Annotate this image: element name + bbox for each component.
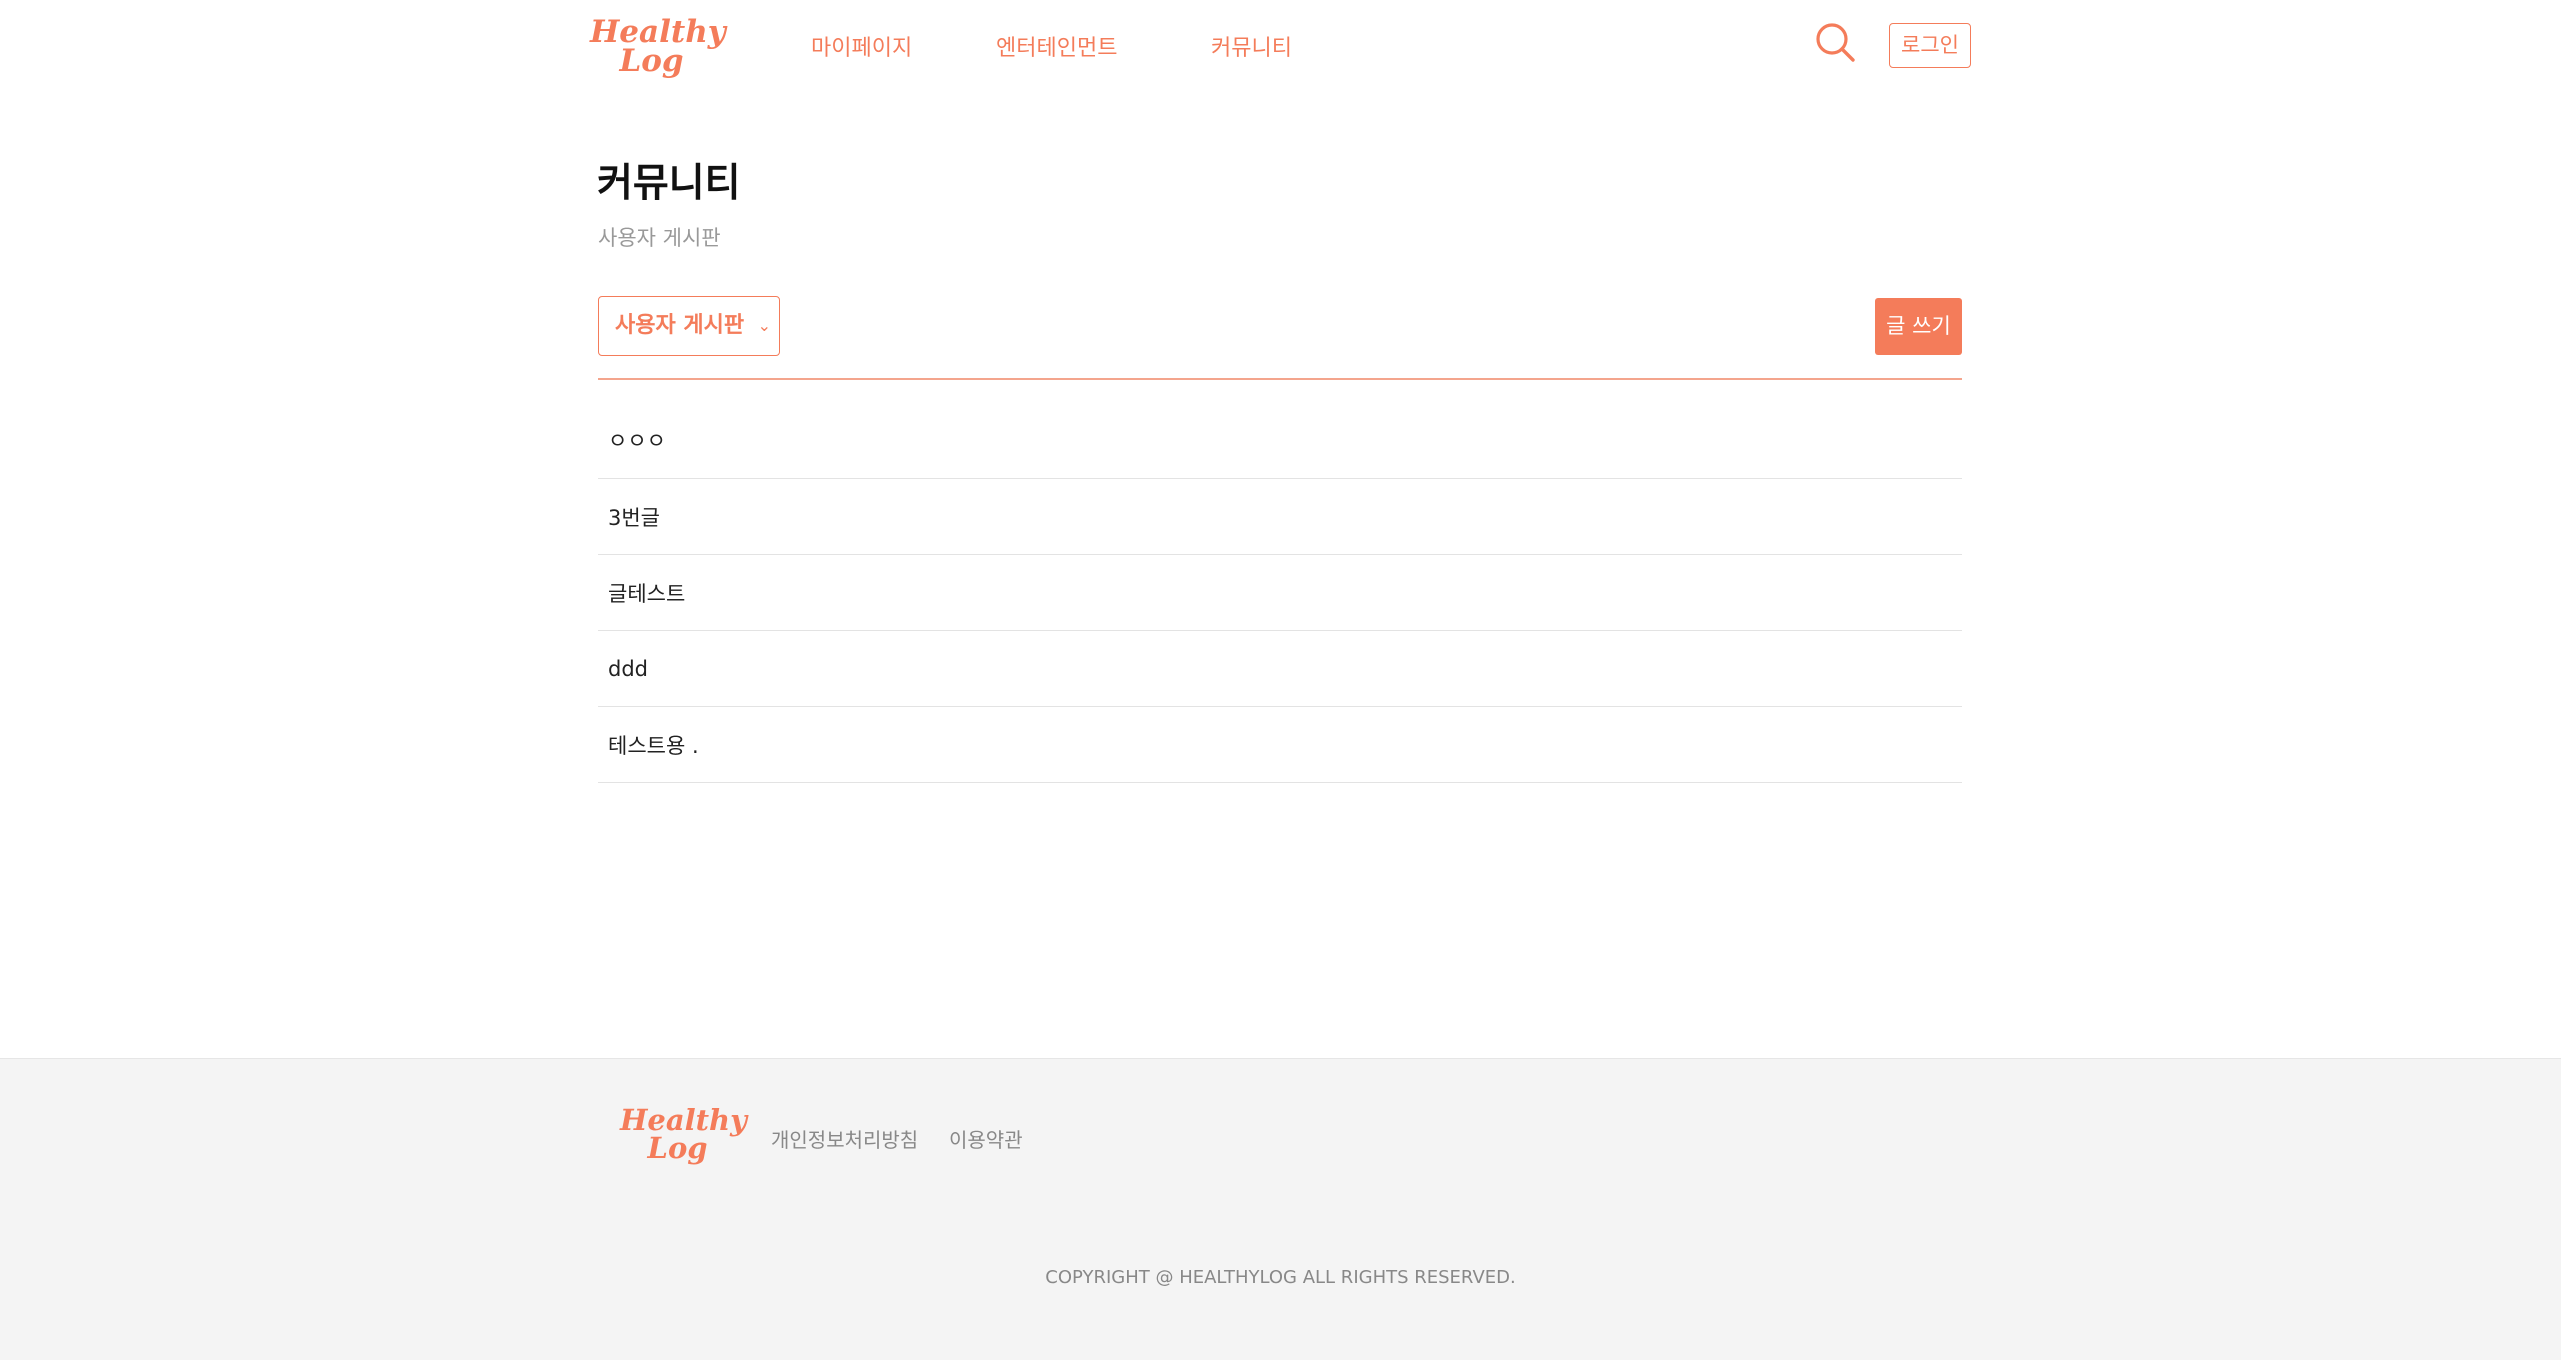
nav-item-mypage[interactable]: 마이페이지 — [811, 30, 912, 62]
post-row[interactable]: 글테스트 — [598, 555, 1962, 631]
post-title: ddd — [608, 656, 648, 681]
page-title: 커뮤니티 — [597, 161, 741, 206]
post-list: ㅇㅇㅇ 3번글 글테스트 ddd 테스트용 . — [598, 380, 1962, 783]
board-select-value: 사용자 게시판 — [615, 313, 745, 338]
footer-logo[interactable]: Healthy Log — [620, 1106, 747, 1165]
board-category-select[interactable]: 사용자 게시판 ⌄ — [598, 296, 780, 356]
site-header: Healthy Log 마이페이지 엔터테인먼트 커뮤니티 로그인 — [0, 0, 2561, 92]
copyright-text: COPYRIGHT @ HEALTHYLOG ALL RIGHTS RESERV… — [1045, 1267, 1516, 1288]
post-row[interactable]: ddd — [598, 631, 1962, 707]
write-post-button[interactable]: 글 쓰기 — [1875, 298, 1962, 355]
post-title: ㅇㅇㅇ — [608, 429, 666, 453]
chevron-down-icon: ⌄ — [757, 316, 771, 335]
footer-link-privacy[interactable]: 개인정보처리방침 — [771, 1124, 918, 1153]
site-logo[interactable]: Healthy Log — [590, 16, 726, 80]
login-button[interactable]: 로그인 — [1889, 23, 1971, 68]
post-title: 글테스트 — [608, 581, 686, 606]
nav-item-entertainment[interactable]: 엔터테인먼트 — [996, 30, 1117, 62]
logo-text-line2: Log — [619, 43, 684, 80]
footer-link-terms[interactable]: 이용약관 — [949, 1124, 1023, 1153]
post-row[interactable]: 테스트용 . — [598, 707, 1962, 783]
post-title: 3번글 — [608, 505, 661, 530]
post-row[interactable]: ㅇㅇㅇ — [598, 380, 1962, 479]
footer-logo-line2: Log — [647, 1130, 708, 1165]
page-subtitle: 사용자 게시판 — [598, 226, 721, 250]
search-icon[interactable] — [1813, 20, 1857, 64]
post-row[interactable]: 3번글 — [598, 479, 1962, 555]
site-footer: Healthy Log 개인정보처리방침 이용약관 COPYRIGHT @ HE… — [0, 1058, 2561, 1360]
nav-item-community[interactable]: 커뮤니티 — [1211, 30, 1292, 62]
post-title: 테스트용 . — [608, 733, 699, 758]
